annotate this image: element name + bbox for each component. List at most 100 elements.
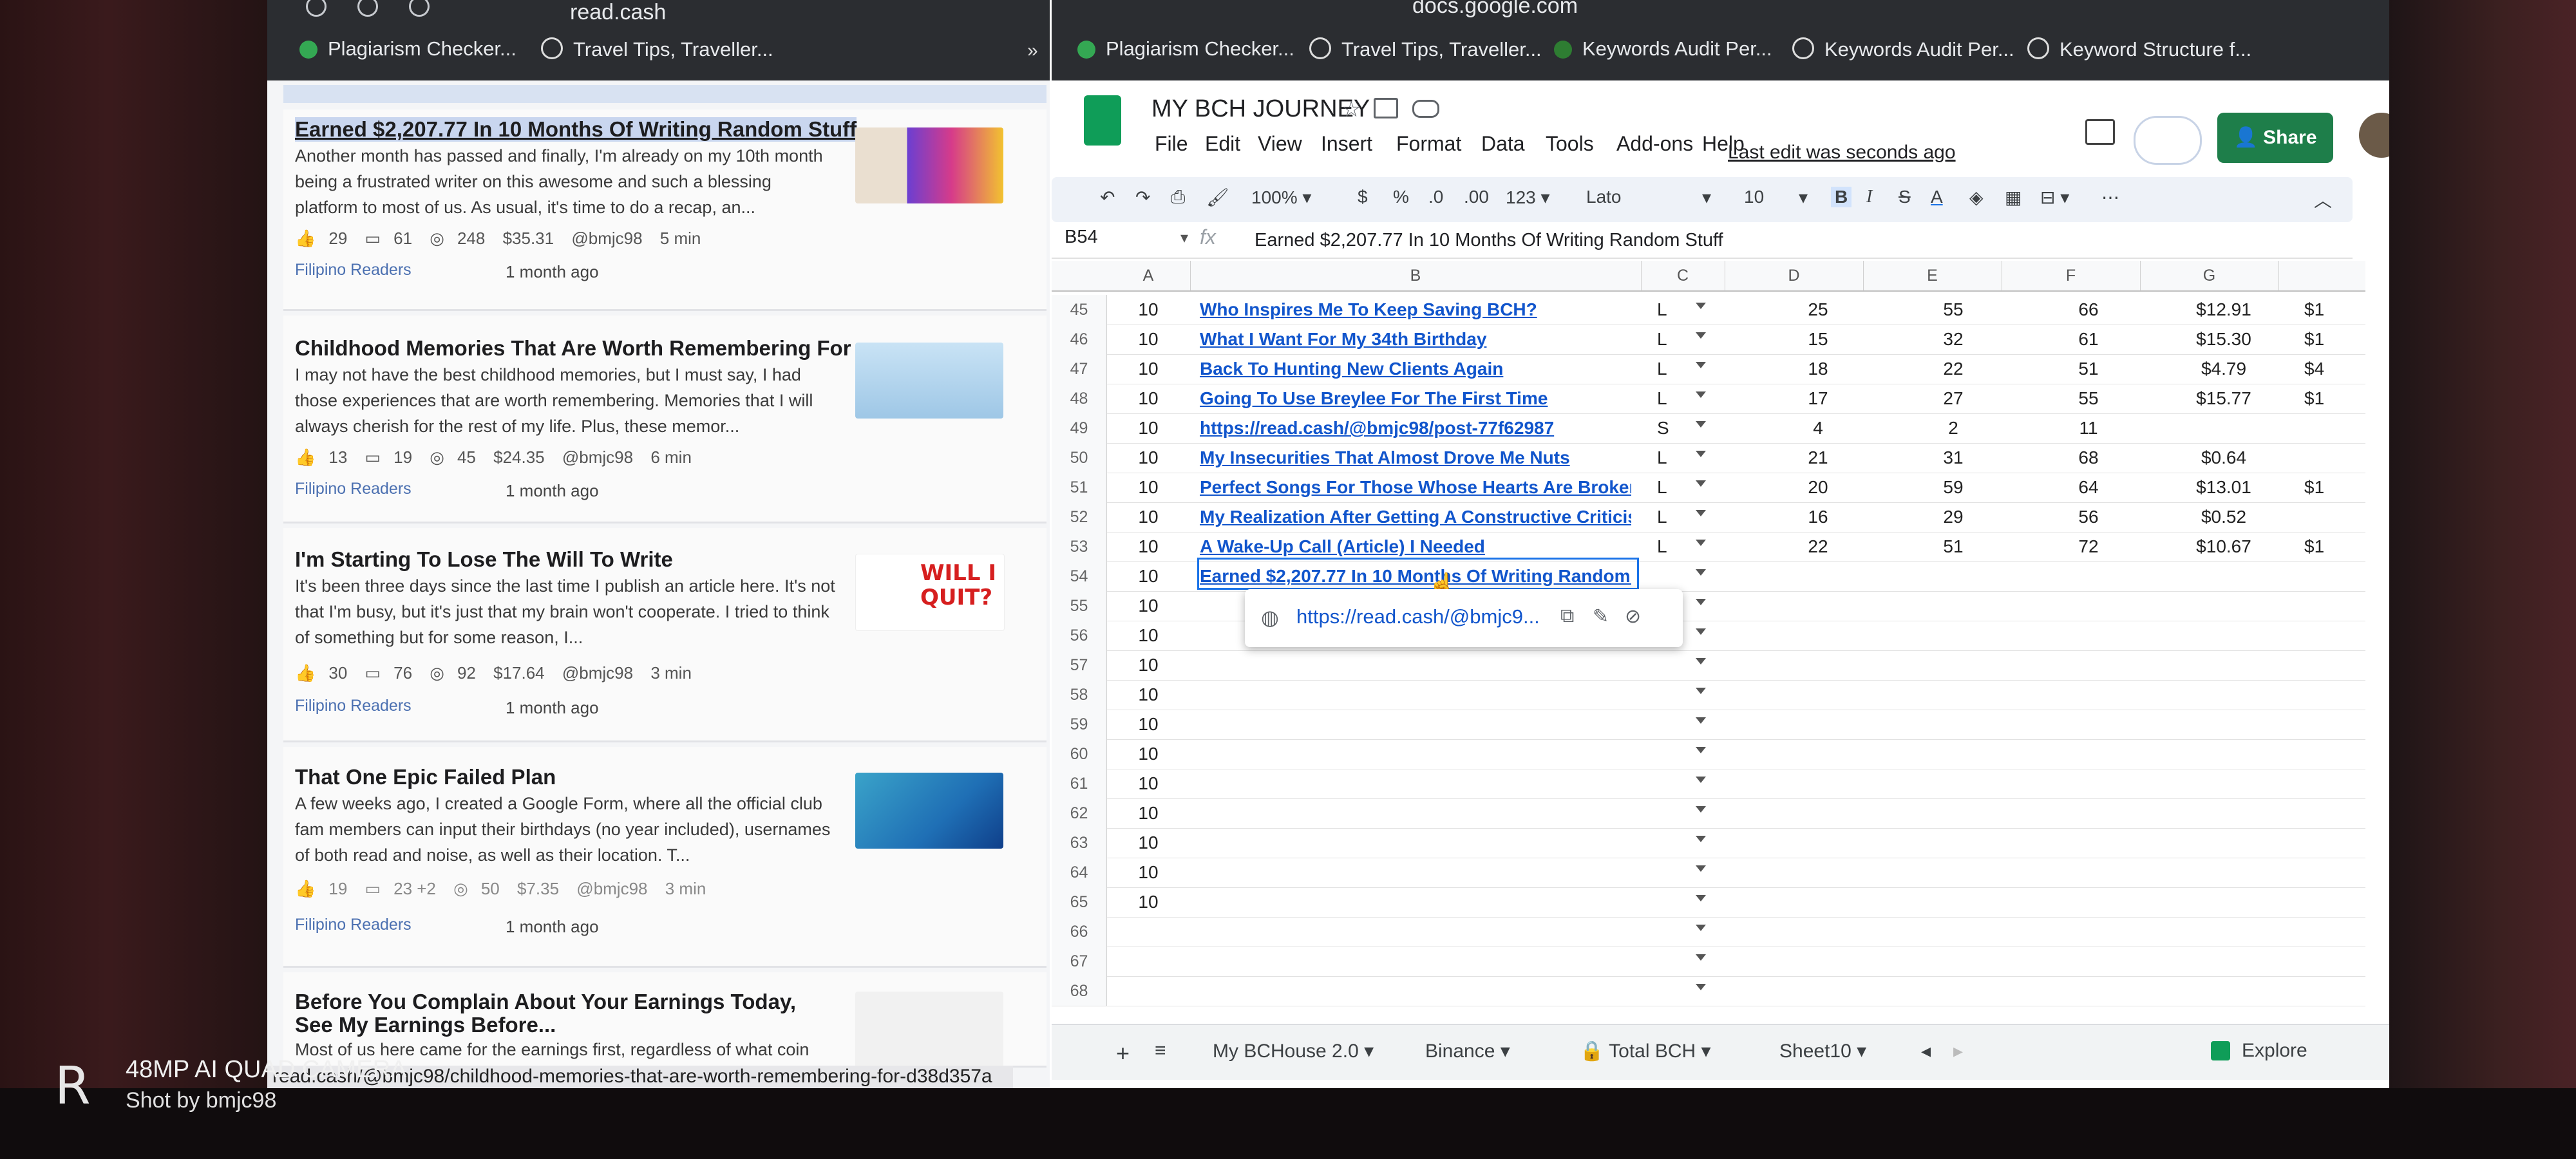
cell-b[interactable]: Back To Hunting New Clients Again — [1200, 354, 1631, 384]
cell-h[interactable]: $1 — [2304, 384, 2356, 413]
undo-icon[interactable]: ↶ — [1100, 187, 1115, 208]
article-thumbnail[interactable] — [855, 127, 1003, 203]
dropdown-chevron-icon[interactable] — [1696, 954, 1706, 961]
row-number[interactable]: 57 — [1052, 650, 1107, 680]
cell-e[interactable]: 31 — [1895, 443, 2011, 473]
cell-f[interactable]: 55 — [2031, 384, 2146, 413]
row-number[interactable]: 59 — [1052, 710, 1107, 739]
article-thumbnail[interactable]: WILL I QUIT? — [855, 554, 1005, 631]
row-number[interactable]: 64 — [1052, 858, 1107, 887]
cell-b[interactable]: What I Want For My 34th Birthday — [1200, 325, 1631, 354]
menu-file[interactable]: File — [1155, 132, 1188, 156]
article-card[interactable]: Before You Complain About Your Earnings … — [283, 972, 1046, 1068]
explore-button[interactable]: Explore — [2211, 1040, 2307, 1062]
cell-a[interactable]: 10 — [1122, 295, 1174, 325]
cell-f[interactable]: 64 — [2031, 473, 2146, 502]
row-number[interactable]: 55 — [1052, 591, 1107, 621]
cell-d[interactable]: 20 — [1760, 473, 1876, 502]
cell-c[interactable]: S — [1657, 413, 1683, 443]
menu-format[interactable]: Format — [1396, 132, 1461, 156]
dropdown-chevron-icon[interactable] — [1696, 391, 1706, 398]
star-icon[interactable]: ☆ — [1341, 97, 1361, 122]
cell-a[interactable]: 10 — [1122, 650, 1174, 680]
cell-f[interactable]: 68 — [2031, 443, 2146, 473]
article-card[interactable]: Childhood Memories That Are Worth Rememb… — [283, 316, 1046, 523]
bookmark-keyword-structure[interactable]: Keyword Structure f... — [2027, 37, 2251, 61]
row-number[interactable]: 46 — [1052, 325, 1107, 354]
cell-c[interactable]: L — [1657, 443, 1683, 473]
dropdown-chevron-icon[interactable] — [1696, 303, 1706, 309]
menu-insert[interactable]: Insert — [1321, 132, 1372, 156]
article-title[interactable]: That One Epic Failed Plan — [295, 765, 556, 789]
bookmark-keywords-audit-2[interactable]: Keywords Audit Per... — [1792, 37, 2014, 61]
cell-c[interactable]: L — [1657, 532, 1683, 561]
share-button[interactable]: 👤 Share — [2217, 113, 2333, 163]
cell-b[interactable]: My Realization After Getting A Construct… — [1200, 502, 1631, 532]
cell-b[interactable]: My Insecurities That Almost Drove Me Nut… — [1200, 443, 1631, 473]
dropdown-chevron-icon[interactable] — [1696, 569, 1706, 576]
article-title[interactable]: Before You Complain About Your Earnings … — [295, 990, 810, 1037]
more-icon[interactable]: ⋯ — [2101, 187, 2119, 208]
article-thumbnail[interactable] — [855, 992, 1003, 1068]
borders-icon[interactable]: ▦ — [2005, 187, 2022, 208]
all-sheets-icon[interactable]: ≡ — [1155, 1040, 1166, 1062]
cell-a[interactable]: 10 — [1122, 769, 1174, 798]
document-title[interactable]: MY BCH JOURNEY — [1151, 95, 1370, 123]
article-thumbnail[interactable] — [855, 343, 1003, 419]
cell-f[interactable]: 56 — [2031, 502, 2146, 532]
left-browser-url[interactable]: read.cash — [570, 0, 666, 25]
cell-e[interactable]: 32 — [1895, 325, 2011, 354]
tab-total-bch[interactable]: 🔒 Total BCH ▾ — [1580, 1040, 1711, 1062]
scroll-tabs-left-icon[interactable]: ◂ — [1921, 1040, 1931, 1062]
menu-edit[interactable]: Edit — [1205, 132, 1240, 156]
community-link[interactable]: Filipino Readers — [295, 261, 412, 279]
cell-h[interactable]: $1 — [2304, 532, 2356, 561]
cell-d[interactable]: 22 — [1760, 532, 1876, 561]
cell-g[interactable]: $10.67 — [2166, 532, 2282, 561]
row-number[interactable]: 66 — [1052, 917, 1107, 947]
cell-a[interactable]: 10 — [1122, 739, 1174, 769]
community-link[interactable]: Filipino Readers — [295, 480, 412, 498]
font-select[interactable]: Lato ▾ — [1586, 187, 1715, 207]
tab-sheet10[interactable]: Sheet10 ▾ — [1779, 1040, 1866, 1062]
column-header-a[interactable]: A — [1106, 261, 1191, 290]
cell-d[interactable]: 21 — [1760, 443, 1876, 473]
cell-d[interactable]: 15 — [1760, 325, 1876, 354]
article-title[interactable]: Childhood Memories That Are Worth Rememb… — [295, 336, 851, 361]
dropdown-chevron-icon[interactable] — [1696, 865, 1706, 872]
cell-e[interactable]: 22 — [1895, 354, 2011, 384]
cell-d[interactable]: 18 — [1760, 354, 1876, 384]
cell-a[interactable]: 10 — [1122, 798, 1174, 828]
dropdown-chevron-icon[interactable] — [1696, 836, 1706, 842]
comment-history-icon[interactable] — [2085, 119, 2115, 145]
row-number[interactable]: 50 — [1052, 443, 1107, 473]
cell-a[interactable]: 10 — [1122, 473, 1174, 502]
cell-a[interactable]: 10 — [1122, 413, 1174, 443]
row-number[interactable]: 54 — [1052, 561, 1107, 591]
row-number[interactable]: 62 — [1052, 798, 1107, 828]
edit-link-icon[interactable]: ✎ — [1593, 605, 1609, 628]
row-number[interactable]: 51 — [1052, 473, 1107, 502]
row-number[interactable]: 65 — [1052, 887, 1107, 917]
formula-value[interactable]: Earned $2,207.77 In 10 Months Of Writing… — [1255, 230, 1723, 251]
dropdown-chevron-icon[interactable] — [1696, 362, 1706, 368]
cell-d[interactable]: 25 — [1760, 295, 1876, 325]
cell-c[interactable]: L — [1657, 473, 1683, 502]
dropdown-chevron-icon[interactable] — [1696, 658, 1706, 664]
cell-f[interactable]: 61 — [2031, 325, 2146, 354]
dropdown-chevron-icon[interactable] — [1696, 332, 1706, 339]
cell-a[interactable]: 10 — [1122, 443, 1174, 473]
scroll-tabs-right-icon[interactable]: ▸ — [1953, 1040, 1963, 1062]
cell-g[interactable]: $0.64 — [2166, 443, 2282, 473]
dropdown-chevron-icon[interactable] — [1696, 480, 1706, 487]
row-number[interactable]: 45 — [1052, 295, 1107, 325]
cell-a[interactable]: 10 — [1122, 887, 1174, 917]
article-title[interactable]: Earned $2,207.77 In 10 Months Of Writing… — [295, 117, 857, 142]
cell-c[interactable]: L — [1657, 502, 1683, 532]
cell-f[interactable]: 72 — [2031, 532, 2146, 561]
cell-f[interactable]: 51 — [2031, 354, 2146, 384]
cell-b[interactable]: Going To Use Breylee For The First Time — [1200, 384, 1631, 413]
cell-a[interactable]: 10 — [1122, 621, 1174, 650]
cell-g[interactable]: $4.79 — [2166, 354, 2282, 384]
paint-format-icon[interactable]: 🖌 — [1206, 187, 1229, 208]
